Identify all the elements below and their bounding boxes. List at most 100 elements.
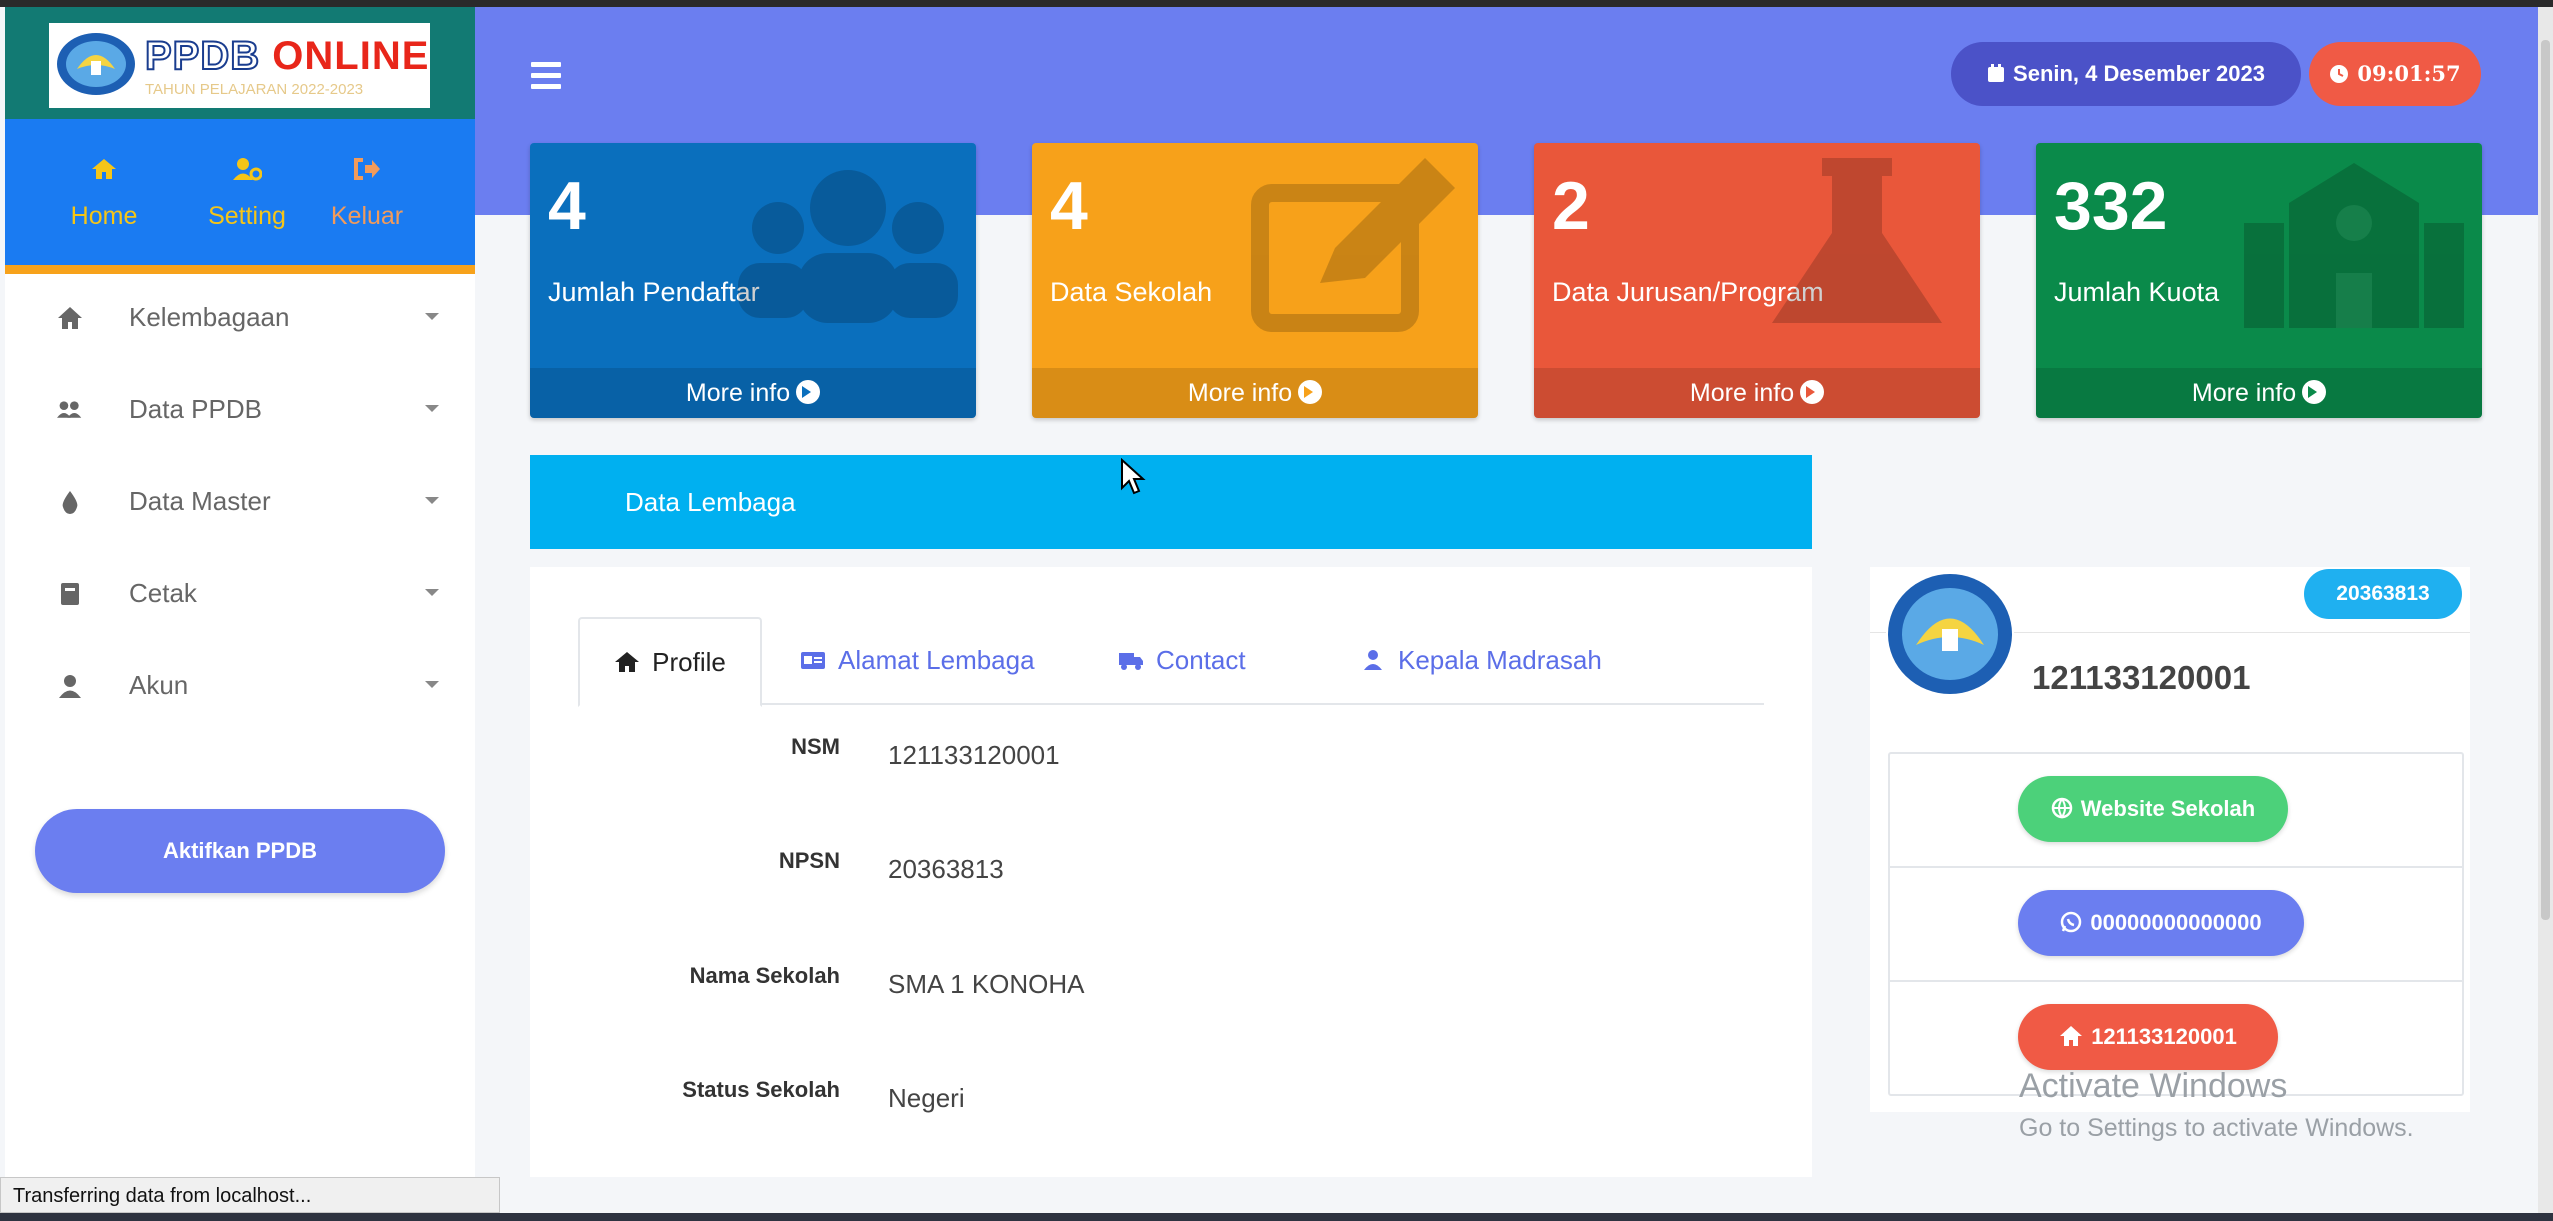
contact-list: Website Sekolah 00000000000000 121133120… (1888, 752, 2464, 1096)
more-info-link[interactable]: More info (1032, 368, 1478, 418)
field-npsn: NPSN 20363813 (530, 848, 1812, 888)
stat-label: Jumlah Pendaftar (548, 277, 760, 307)
hamburger-menu-icon[interactable] (531, 62, 561, 95)
activate-windows-watermark: Activate Windows Go to Settings to activ… (2019, 1066, 2414, 1146)
menu-data-master[interactable]: Data Master (5, 461, 475, 553)
browser-status-bar: Transferring data from localhost... (0, 1177, 500, 1213)
taskbar (0, 1213, 2553, 1221)
drop-icon (62, 491, 78, 514)
stat-data-sekolah: 4 Data Sekolah More info (1032, 143, 1478, 418)
sidebar: PPDB ONLINE TAHUN PELAJARAN 2022-2023 Ho… (5, 7, 475, 1177)
more-info-link[interactable]: More info (2036, 368, 2482, 418)
field-value: 20363813 (888, 854, 1004, 884)
home-icon (58, 307, 82, 329)
users-icon (57, 401, 82, 418)
logo-area: PPDB ONLINE TAHUN PELAJARAN 2022-2023 (5, 7, 475, 119)
caret-down-icon (425, 405, 439, 412)
tab-alamat-lembaga[interactable]: Alamat Lembaga (800, 617, 1035, 703)
edit-icon (1251, 158, 1455, 332)
list-item: Website Sekolah (1890, 754, 2462, 868)
date-text: Senin, 4 Desember 2023 (2013, 61, 2265, 86)
nav-setting[interactable]: Setting (191, 157, 303, 234)
website-sekolah-button[interactable]: Website Sekolah (2018, 776, 2288, 842)
field-label: NPSN (778, 848, 840, 873)
tab-contact[interactable]: Contact (1118, 617, 1246, 703)
top-nav: Home Setting Keluar (5, 119, 475, 274)
menu-data-ppdb-label: Data PPDB (129, 394, 262, 424)
tab-kepala-madrasah[interactable]: Kepala Madrasah (1360, 617, 1602, 703)
home-icon (2060, 1026, 2083, 1047)
menu-kelembagaan[interactable]: Kelembagaan (5, 277, 475, 369)
menu-data-master-label: Data Master (129, 486, 271, 516)
home-icon (615, 652, 640, 673)
whatsapp-button[interactable]: 00000000000000 (2018, 890, 2304, 956)
stat-value: 4 (1050, 168, 1088, 244)
stat-value: 332 (2054, 168, 2168, 244)
date-badge: Senin, 4 Desember 2023 (1951, 42, 2301, 106)
sign-out-icon (315, 157, 419, 188)
field-value: 121133120001 (888, 740, 1060, 770)
npsn-badge: 20363813 (2304, 569, 2462, 619)
caret-down-icon (425, 681, 439, 688)
tab-bar: Profile Alamat Lembaga Contact Kepala Ma… (578, 617, 1764, 707)
user-icon (59, 675, 81, 698)
truck-icon (1119, 653, 1143, 671)
id-card-icon (801, 652, 825, 670)
arrow-circle-right-icon (2302, 380, 2327, 405)
menu-akun[interactable]: Akun (5, 645, 475, 737)
globe-icon (2051, 797, 2073, 819)
user-cog-icon (191, 157, 303, 188)
field-nama-sekolah: Nama Sekolah SMA 1 KONOHA (530, 963, 1812, 1003)
school-nsm-heading: 121133120001 (2032, 659, 2251, 696)
field-value: Negeri (888, 1083, 965, 1113)
school-side-card: 20363813 121133120001 Website Sekolah 00… (1870, 567, 2470, 1112)
whatsapp-icon (2061, 911, 2082, 933)
menu-data-ppdb[interactable]: Data PPDB (5, 369, 475, 461)
watermark-subtitle: Go to Settings to activate Windows. (2019, 1114, 2414, 1142)
tut-wuri-emblem-icon (57, 33, 135, 95)
nav-setting-label: Setting (208, 202, 286, 230)
field-status-sekolah: Status Sekolah Negeri (530, 1077, 1812, 1117)
logo[interactable]: PPDB ONLINE TAHUN PELAJARAN 2022-2023 (49, 23, 430, 108)
watermark-title: Activate Windows (2019, 1067, 2288, 1105)
caret-down-icon (425, 589, 439, 596)
field-label: Status Sekolah (682, 1077, 840, 1102)
list-item: 00000000000000 (1890, 868, 2462, 982)
menu-kelembagaan-label: Kelembagaan (129, 302, 290, 332)
aktifkan-ppdb-button[interactable]: Aktifkan PPDB (35, 809, 445, 893)
mouse-cursor-icon (1121, 458, 1146, 495)
tab-profile[interactable]: Profile (578, 617, 762, 707)
tut-wuri-emblem-icon (1886, 567, 2014, 697)
logo-subtitle: TAHUN PELAJARAN 2022-2023 (145, 81, 364, 98)
field-value: SMA 1 KONOHA (888, 969, 1085, 999)
stat-jumlah-pendaftar: 4 Jumlah Pendaftar More info (530, 143, 976, 418)
time-text: 09:01:57 (2357, 61, 2461, 86)
field-label: Nama Sekolah (689, 963, 840, 988)
flask-icon (1772, 158, 1942, 323)
clock-icon (2330, 64, 2349, 83)
menu-akun-label: Akun (129, 670, 189, 700)
menu-cetak[interactable]: Cetak (5, 553, 475, 645)
stat-value: 2 (1552, 168, 1590, 244)
scrollbar-thumb[interactable] (2541, 40, 2550, 920)
more-info-link[interactable]: More info (1534, 368, 1980, 418)
users-icon (738, 170, 958, 323)
stat-value: 4 (548, 168, 586, 244)
nsm-home-button[interactable]: 121133120001 (2018, 1004, 2278, 1070)
nav-keluar[interactable]: Keluar (315, 157, 419, 234)
home-icon (53, 157, 155, 188)
caret-down-icon (425, 313, 439, 320)
arrow-circle-right-icon (1298, 380, 1323, 405)
window-top-border (0, 0, 2553, 7)
arrow-circle-right-icon (796, 380, 821, 405)
logo-title: PPDB ONLINE (144, 33, 430, 79)
user-icon (1364, 650, 1382, 671)
more-info-link[interactable]: More info (530, 368, 976, 418)
time-badge: 09:01:57 (2309, 42, 2481, 106)
arrow-circle-right-icon (1800, 380, 1825, 405)
nav-home-label: Home (70, 202, 138, 230)
calendar-icon (1988, 64, 2005, 83)
menu-cetak-label: Cetak (129, 578, 197, 608)
nav-keluar-label: Keluar (330, 202, 404, 230)
nav-home[interactable]: Home (53, 157, 155, 234)
